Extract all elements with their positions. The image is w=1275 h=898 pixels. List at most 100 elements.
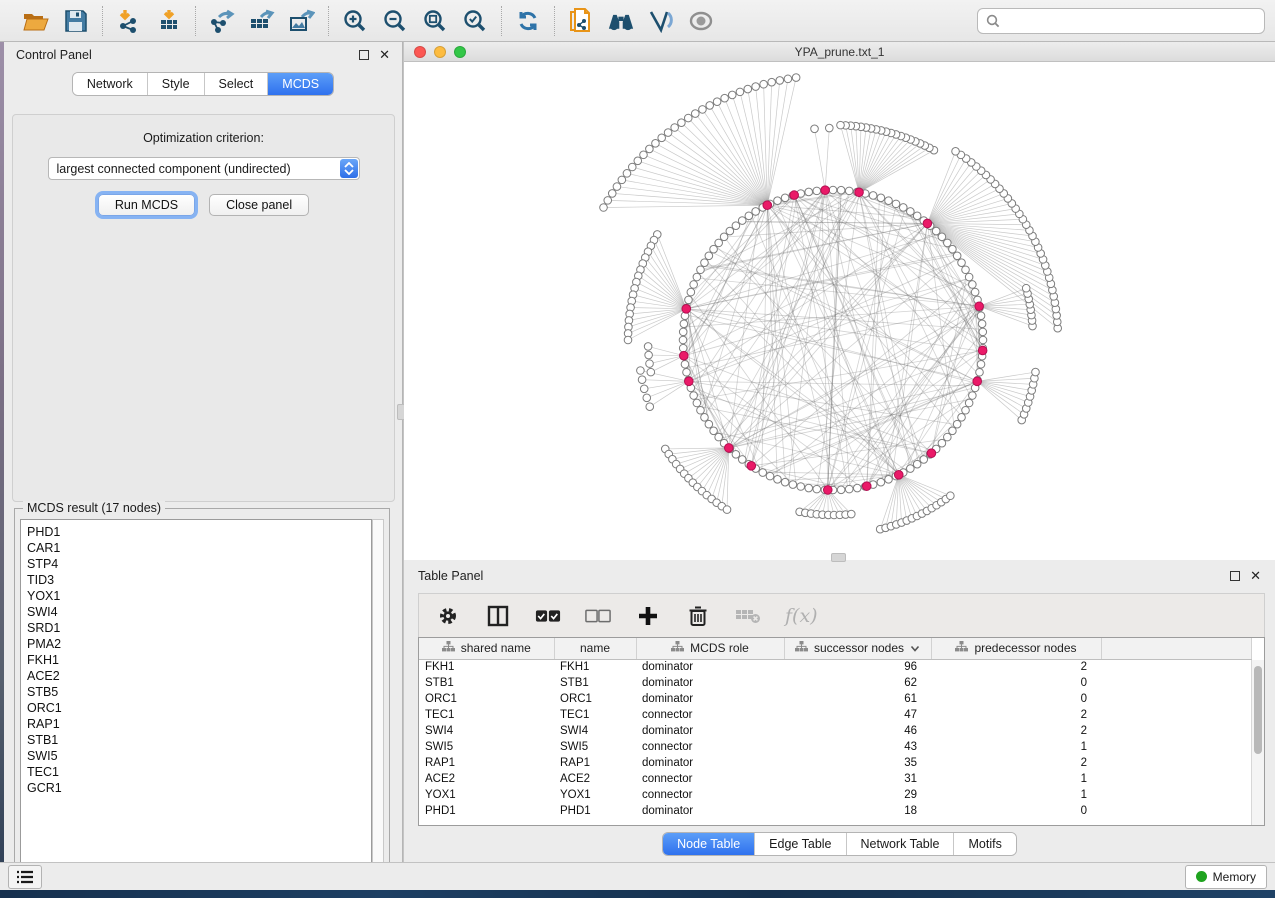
result-scrollbar[interactable] (372, 519, 384, 874)
result-node-item[interactable]: PMA2 (27, 636, 371, 652)
close-table-panel-icon[interactable]: ✕ (1250, 571, 1261, 581)
column-header-shared-name[interactable]: shared name (419, 638, 554, 659)
eye-button[interactable] (688, 8, 714, 34)
result-node-item[interactable]: STP4 (27, 556, 371, 572)
save-session-button[interactable] (63, 8, 89, 34)
binoculars-button[interactable] (608, 8, 634, 34)
tab-mcds[interactable]: MCDS (268, 73, 333, 95)
table-row[interactable]: FKH1FKH1dominator962 (419, 659, 1252, 675)
table-toolbar: f(x) (418, 593, 1265, 637)
export-image-button[interactable] (289, 8, 315, 34)
table-row[interactable]: PHD1PHD1dominator180 (419, 803, 1252, 819)
deselect-all-button[interactable] (585, 603, 611, 629)
function-builder-button[interactable]: f(x) (785, 603, 818, 629)
result-node-item[interactable]: STB1 (27, 732, 371, 748)
table-row[interactable]: TEC1TEC1connector472 (419, 707, 1252, 723)
cell-shared_name: TEC1 (419, 707, 554, 723)
table-row[interactable]: ACE2ACE2connector311 (419, 771, 1252, 787)
result-node-item[interactable]: SWI5 (27, 748, 371, 764)
cell-role: connector (636, 787, 784, 803)
zoom-in-button[interactable] (342, 8, 368, 34)
table-row[interactable]: SWI4SWI4dominator462 (419, 723, 1252, 739)
task-history-button[interactable] (8, 865, 42, 889)
close-panel-button[interactable]: Close panel (209, 194, 309, 216)
result-node-item[interactable]: ACE2 (27, 668, 371, 684)
close-panel-icon[interactable]: ✕ (379, 50, 390, 60)
export-network-button[interactable] (209, 8, 235, 34)
gear-button[interactable] (435, 603, 461, 629)
tab-node-table[interactable]: Node Table (663, 833, 755, 855)
refresh-layout-icon (516, 9, 540, 33)
import-network-button[interactable] (116, 8, 142, 34)
zoom-selected-icon (463, 9, 487, 33)
export-table-icon (249, 9, 275, 33)
zoom-selected-button[interactable] (462, 8, 488, 34)
result-node-item[interactable]: TID3 (27, 572, 371, 588)
result-node-item[interactable]: RAP1 (27, 716, 371, 732)
horizontal-splitter-grip[interactable] (831, 553, 846, 562)
table-row[interactable]: YOX1YOX1connector291 (419, 787, 1252, 803)
tree-icon (795, 641, 808, 655)
table-scrollbar[interactable] (1251, 660, 1264, 825)
select-all-button[interactable] (535, 603, 561, 629)
tab-edge-table[interactable]: Edge Table (755, 833, 846, 855)
refresh-layout-button[interactable] (515, 8, 541, 34)
result-node-item[interactable]: GCR1 (27, 780, 371, 796)
node-table-container: shared namenameMCDS rolesuccessor nodesp… (418, 637, 1265, 826)
tab-network[interactable]: Network (73, 73, 148, 95)
tab-select[interactable]: Select (205, 73, 269, 95)
zoom-in-icon (343, 9, 367, 33)
table-row[interactable]: ORC1ORC1dominator610 (419, 691, 1252, 707)
result-node-item[interactable]: YOX1 (27, 588, 371, 604)
network-canvas[interactable] (404, 62, 1275, 559)
result-node-item[interactable]: STB5 (27, 684, 371, 700)
global-search (977, 8, 1265, 34)
column-header-predecessor-nodes[interactable]: predecessor nodes (931, 638, 1101, 659)
cell-predecessors: 1 (931, 787, 1101, 803)
float-panel-icon[interactable] (359, 50, 369, 60)
table-row[interactable]: SWI5SWI5connector431 (419, 739, 1252, 755)
table-row[interactable]: RAP1RAP1dominator352 (419, 755, 1252, 771)
column-header-successor-nodes[interactable]: successor nodes (784, 638, 931, 659)
tab-motifs[interactable]: Motifs (954, 833, 1015, 855)
result-node-item[interactable]: TEC1 (27, 764, 371, 780)
cell-name: ORC1 (554, 691, 636, 707)
tab-network-table[interactable]: Network Table (847, 833, 955, 855)
share-document-button[interactable] (568, 8, 594, 34)
result-node-item[interactable]: SRD1 (27, 620, 371, 636)
column-header-name[interactable]: name (554, 638, 636, 659)
zoom-fit-button[interactable] (422, 8, 448, 34)
export-table-button[interactable] (249, 8, 275, 34)
control-panel-title: Control Panel (16, 48, 92, 62)
network-graph (404, 62, 1275, 559)
cell-successors: 29 (784, 787, 931, 803)
search-input[interactable] (1006, 14, 1256, 28)
result-node-item[interactable]: PHD1 (27, 524, 371, 540)
table-row[interactable]: STB1STB1dominator620 (419, 675, 1252, 691)
node-table: shared namenameMCDS rolesuccessor nodesp… (419, 638, 1252, 819)
column-header-MCDS-role[interactable]: MCDS role (636, 638, 784, 659)
columns-button[interactable] (485, 603, 511, 629)
import-table-button[interactable] (156, 8, 182, 34)
add-column-button[interactable] (635, 603, 661, 629)
run-mcds-button[interactable]: Run MCDS (98, 194, 195, 216)
result-node-item[interactable]: FKH1 (27, 652, 371, 668)
table-scrollbar-thumb[interactable] (1254, 666, 1262, 754)
import-table-icon (157, 9, 181, 33)
memory-button[interactable]: Memory (1185, 865, 1267, 889)
delete-button[interactable] (685, 603, 711, 629)
criterion-select[interactable]: largest connected component (undirected) (48, 157, 360, 180)
memory-status-icon (1196, 871, 1207, 882)
tab-style[interactable]: Style (148, 73, 205, 95)
function-icon: f(x) (785, 605, 818, 627)
float-table-panel-icon[interactable] (1230, 571, 1240, 581)
zoom-out-button[interactable] (382, 8, 408, 34)
result-node-item[interactable]: CAR1 (27, 540, 371, 556)
result-node-item[interactable]: ORC1 (27, 700, 371, 716)
mcds-result-list[interactable]: PHD1CAR1STP4TID3YOX1SWI4SRD1PMA2FKH1ACE2… (20, 519, 372, 874)
result-node-item[interactable]: SWI4 (27, 604, 371, 620)
open-file-button[interactable] (23, 8, 49, 34)
hide-vision-button[interactable] (648, 8, 674, 34)
cell-predecessors: 2 (931, 755, 1101, 771)
delete-table-button[interactable] (735, 603, 761, 629)
